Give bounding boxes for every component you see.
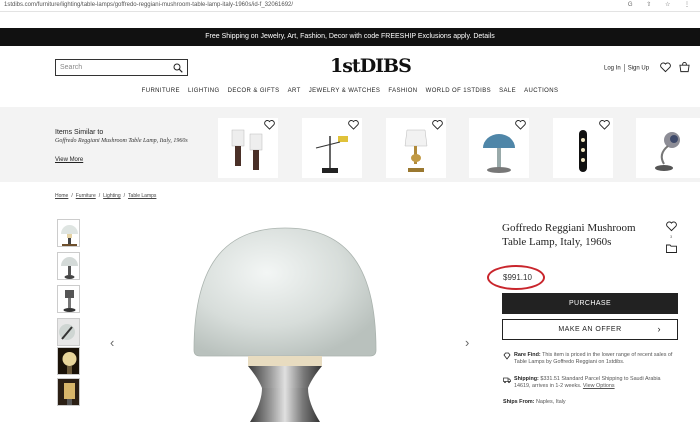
chevron-right-icon: › [657,324,661,334]
similar-subheading: Goffredo Reggiani Mushroom Table Lamp, I… [55,138,188,144]
nav-item-lighting[interactable]: LIGHTING [188,88,220,94]
lamp-thumbnail-image [483,134,515,173]
search-input[interactable]: Search [60,64,82,71]
make-offer-label: MAKE AN OFFER [558,326,622,333]
similar-item-6[interactable] [636,118,700,178]
nav-item-auctions[interactable]: AUCTIONS [524,88,558,94]
nav-item-decor-gifts[interactable]: DECOR & GIFTS [228,88,280,94]
breadcrumb-table-lamps[interactable]: Table Lamps [128,193,156,199]
product-thumb-3[interactable] [57,285,80,313]
diamond-icon [503,352,511,360]
cart-icon[interactable] [679,62,690,73]
make-offer-button[interactable]: MAKE AN OFFER › [502,319,678,340]
search-field[interactable]: Search [55,59,188,76]
lamp-thumbnail-image [655,132,680,171]
browser-url-bar[interactable]: 1stdibs.com/furniture/lighting/table-lam… [0,0,700,12]
ships-from-text: Naples, Italy [535,399,566,405]
breadcrumb-home[interactable]: Home [55,193,68,199]
lamp-thumbnail-image [404,129,428,172]
breadcrumb-lighting[interactable]: Lighting [103,193,121,199]
next-image-arrow[interactable]: › [465,335,469,350]
nav-item-jewelry-watches[interactable]: JEWELRY & WATCHES [309,88,381,94]
product-thumb-4[interactable] [57,318,80,346]
site-logo[interactable]: 1stDIBS [330,55,412,79]
nav-item-furniture[interactable]: FURNITURE [142,88,180,94]
rare-find-label: Rare Find: [514,352,541,358]
similar-item-1[interactable] [218,118,278,178]
shipping-note: Shipping: $331.51 Standard Parcel Shippi… [503,376,675,390]
product-title: Goffredo Reggiani Mushroom Table Lamp, I… [502,222,636,248]
breadcrumb: Home / Furniture / Lighting / Table Lamps [55,193,157,199]
view-more-link[interactable]: View More [55,157,83,163]
lamp-thumbnail-image [579,130,587,172]
similar-item-2[interactable] [302,118,362,178]
url-text[interactable]: 1stdibs.com/furniture/lighting/table-lam… [4,2,293,8]
product-thumb-6[interactable] [57,378,80,406]
rare-find-note: Rare Find: This item is priced in the lo… [503,352,675,366]
folder-icon[interactable] [666,244,677,253]
search-icon[interactable] [173,63,183,73]
price-highlight-circle [487,265,545,290]
truck-icon [503,377,511,384]
breadcrumb-furniture[interactable]: Furniture [76,193,96,199]
favorite-count: 3 [670,234,673,239]
product-thumb-5[interactable] [57,347,80,375]
lamp-thumbnail-image [315,136,348,173]
nav-item-world[interactable]: WORLD OF 1STDIBS [426,88,491,94]
ships-from-note: Ships From: Naples, Italy [503,399,675,406]
browser-toolbar-icons[interactable]: G ⇧ ☆ ⋮ [628,1,696,8]
similar-heading: Items Similar to [55,129,104,136]
nav-item-art[interactable]: ART [288,88,301,94]
similar-item-3[interactable] [386,118,446,178]
prev-image-arrow[interactable]: ‹ [110,335,114,350]
purchase-button[interactable]: PURCHASE [502,293,678,314]
login-link[interactable]: Log In [604,66,621,72]
promo-banner[interactable]: Free Shipping on Jewelry, Art, Fashion, … [0,28,700,46]
favorite-heart-icon[interactable] [666,221,677,232]
ships-from-label: Ships From: [503,399,535,405]
signup-link[interactable]: Sign Up [628,66,649,72]
account-links: Log In Sign Up [604,64,649,72]
similar-item-5[interactable] [553,118,613,178]
heart-icon[interactable] [660,62,671,73]
divider [623,64,625,72]
similar-items-strip: Items Similar to Goffredo Reggiani Mushr… [0,107,700,182]
product-main-image [193,227,377,422]
shipping-label: Shipping: [514,376,539,382]
lamp-thumbnail-image [231,129,263,170]
similar-item-4[interactable] [469,118,529,178]
view-options-link[interactable]: View Options [583,383,615,389]
main-nav: FURNITURE LIGHTING DECOR & GIFTS ART JEW… [0,88,700,94]
nav-item-sale[interactable]: SALE [499,88,516,94]
product-thumb-2[interactable] [57,252,80,280]
nav-item-fashion[interactable]: FASHION [388,88,417,94]
product-thumb-1[interactable] [57,219,80,247]
